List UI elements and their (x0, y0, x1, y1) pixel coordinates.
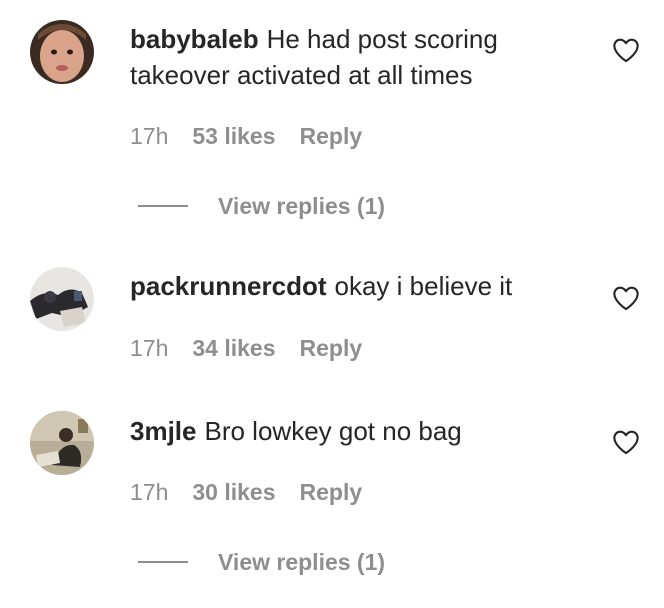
reply-button[interactable]: Reply (300, 123, 363, 150)
comment-text: 3mjle Bro lowkey got no bag (130, 413, 570, 449)
comment-text: babybaleb He had post scoring takeover ac… (130, 21, 570, 93)
divider-line (138, 205, 188, 207)
avatar[interactable] (30, 411, 94, 475)
comment-meta: 17h 53 likes Reply (130, 123, 362, 150)
avatar[interactable] (30, 20, 94, 84)
heart-outline-icon (613, 286, 639, 311)
comment-text: packrunnercdot okay i believe it (130, 268, 570, 304)
comment-username[interactable]: 3mjle (130, 416, 197, 446)
comment-likes[interactable]: 30 likes (192, 479, 275, 506)
comment-username[interactable]: packrunnercdot (130, 271, 327, 301)
comment-timestamp: 17h (130, 479, 169, 505)
like-button[interactable] (612, 429, 640, 457)
photo-avatar-icon (30, 267, 94, 331)
heart-outline-icon (613, 430, 639, 455)
comment-body: okay i believe it (334, 271, 513, 301)
photo-avatar-icon (30, 411, 94, 475)
like-button[interactable] (612, 37, 640, 65)
comment-meta: 17h 34 likes Reply (130, 335, 362, 362)
comment-body: Bro lowkey got no bag (204, 416, 462, 446)
child-face-avatar-icon (30, 20, 94, 84)
comment-username[interactable]: babybaleb (130, 24, 259, 54)
reply-button[interactable]: Reply (300, 479, 363, 506)
comment-timestamp: 17h (130, 335, 169, 361)
comment-likes[interactable]: 34 likes (192, 335, 275, 362)
comment-timestamp: 17h (130, 123, 169, 149)
reply-button[interactable]: Reply (300, 335, 363, 362)
view-replies-label: View replies (1) (218, 192, 386, 219)
view-replies-button[interactable]: View replies (1) (138, 547, 385, 577)
divider-line (138, 561, 188, 563)
comment-likes[interactable]: 53 likes (192, 123, 275, 150)
avatar[interactable] (30, 267, 94, 331)
view-replies-label: View replies (1) (218, 548, 386, 575)
like-button[interactable] (612, 285, 640, 313)
view-replies-button[interactable]: View replies (1) (138, 191, 385, 221)
heart-outline-icon (613, 38, 639, 63)
comment-meta: 17h 30 likes Reply (130, 479, 362, 506)
